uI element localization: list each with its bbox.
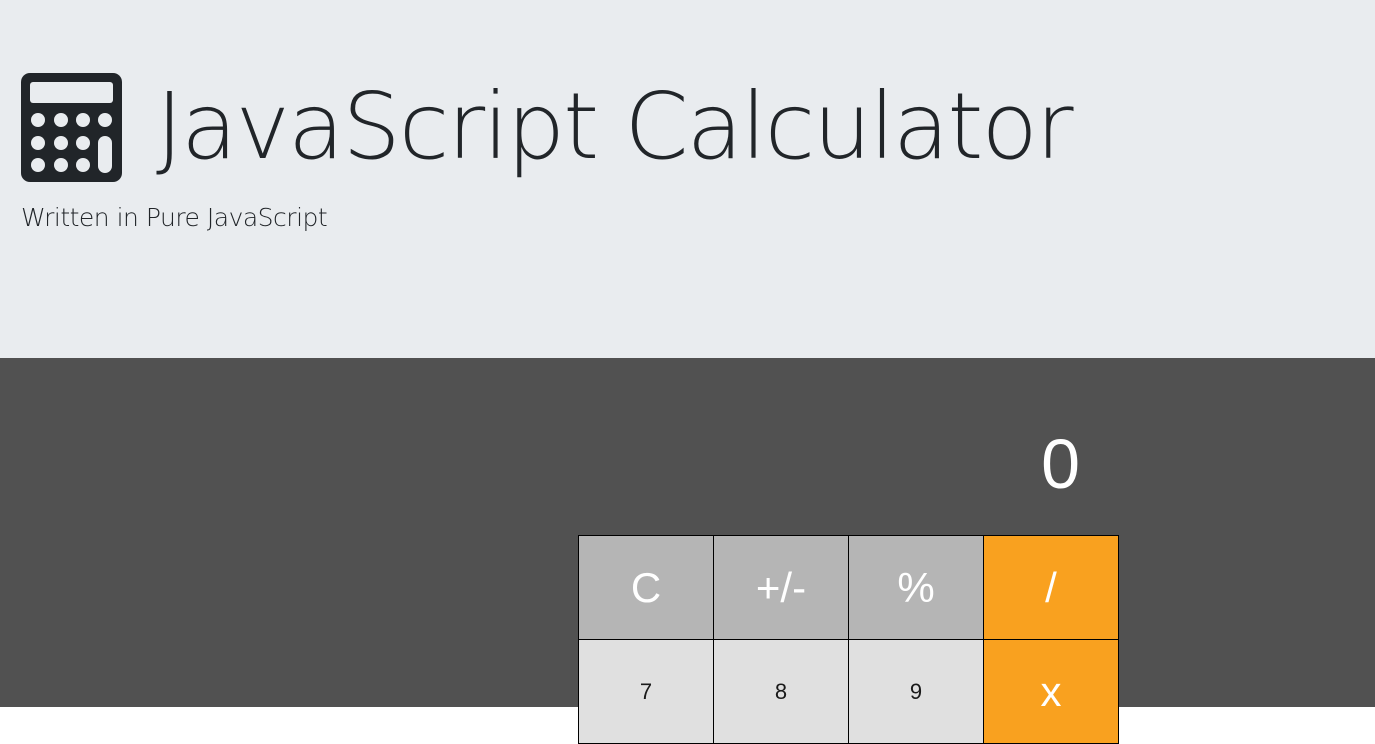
page-title: JavaScript Calculator xyxy=(156,73,1074,180)
eight-button[interactable]: 8 xyxy=(713,639,849,744)
negate-button[interactable]: +/- xyxy=(713,535,849,640)
hero-banner: JavaScript Calculator Written in Pure Ja… xyxy=(0,0,1375,358)
nine-button[interactable]: 9 xyxy=(848,639,984,744)
percent-button[interactable]: % xyxy=(848,535,984,640)
divide-button[interactable]: / xyxy=(983,535,1119,640)
clear-button[interactable]: C xyxy=(578,535,714,640)
calculator-display: 0 xyxy=(1041,425,1080,503)
calculator-icon xyxy=(21,73,122,182)
calculator-panel: 0 C +/- % / 7 8 9 x xyxy=(0,358,1375,744)
multiply-button[interactable]: x xyxy=(983,639,1119,744)
page-subtitle: Written in Pure JavaScript xyxy=(21,203,328,232)
seven-button[interactable]: 7 xyxy=(578,639,714,744)
